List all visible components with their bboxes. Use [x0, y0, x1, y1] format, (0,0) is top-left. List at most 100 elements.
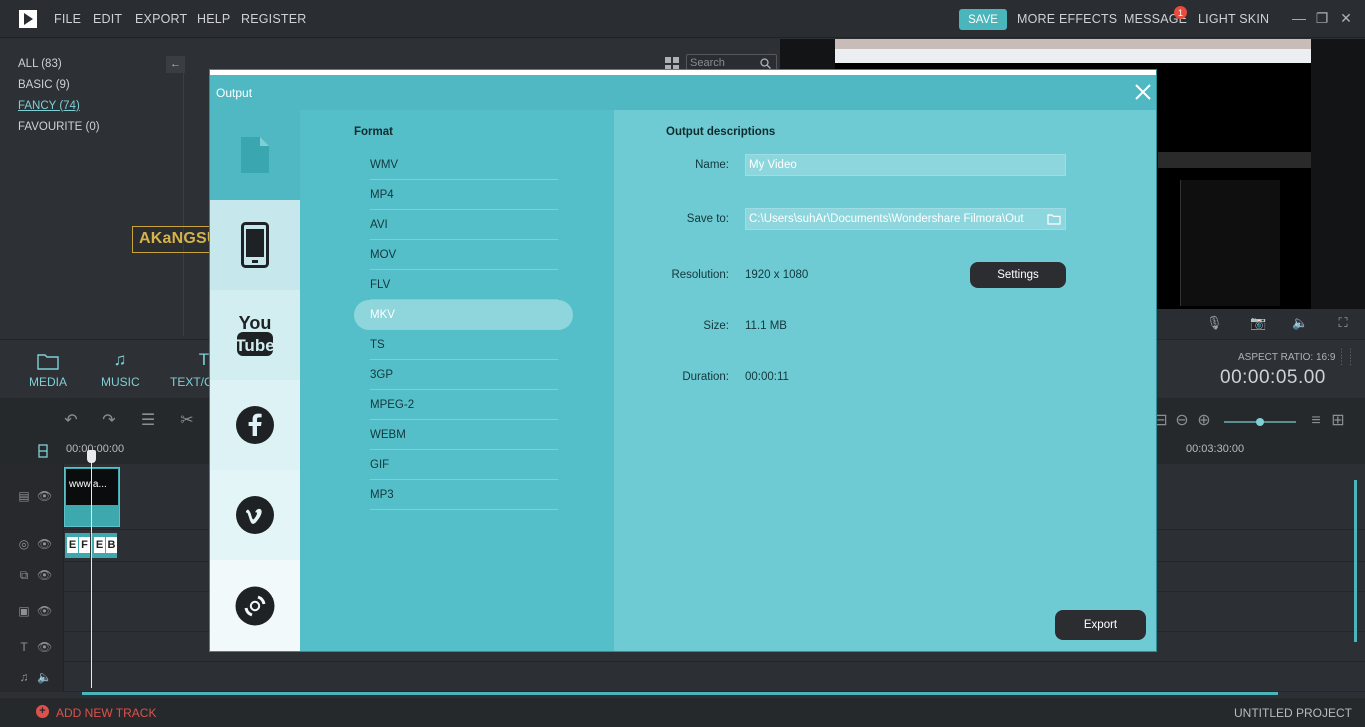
- aspect-ratio-label: ASPECT RATIO: 16:9: [1238, 352, 1336, 363]
- save-to-label: Save to:: [686, 213, 729, 225]
- message-count-badge: 1: [1174, 6, 1187, 19]
- format-option-gif[interactable]: GIF: [370, 450, 558, 480]
- preview-browser-tabs: [835, 39, 1311, 49]
- tab-vimeo[interactable]: [210, 470, 300, 560]
- snap-icon[interactable]: [38, 444, 48, 458]
- save-button[interactable]: SAVE: [959, 9, 1007, 30]
- audio-track-icon: ♫: [19, 670, 29, 684]
- dialog-header: [210, 75, 1156, 110]
- minimize-icon[interactable]: —: [1291, 10, 1307, 26]
- track-headers: [0, 464, 64, 692]
- resolution-label: Resolution:: [671, 269, 729, 281]
- zoom-slider-handle[interactable]: [1256, 418, 1264, 426]
- zoom-in-icon[interactable]: ⊕: [1195, 412, 1213, 430]
- eye-icon[interactable]: 👁: [37, 604, 52, 618]
- text-track-icon: T: [20, 640, 28, 654]
- menu-help[interactable]: HELP: [197, 12, 230, 26]
- svg-text:Tube: Tube: [235, 336, 274, 355]
- size-value: 11.1 MB: [745, 320, 787, 332]
- fullscreen-icon[interactable]: ⛶: [1335, 315, 1351, 331]
- facebook-icon: [236, 406, 274, 444]
- tab-device[interactable]: [210, 200, 300, 290]
- format-option-mp4[interactable]: MP4: [370, 180, 558, 210]
- zoom-out-icon[interactable]: ⊖: [1173, 412, 1191, 430]
- snapshot-icon[interactable]: 📷: [1250, 315, 1266, 331]
- format-option-ts[interactable]: TS: [370, 330, 558, 360]
- tab-music[interactable]: MUSIC: [101, 375, 140, 389]
- preview-timecode: 00:00:05.00: [1220, 367, 1326, 388]
- category-all[interactable]: ALL (83): [18, 58, 62, 70]
- project-name: UNTITLED PROJECT: [1234, 706, 1353, 720]
- menu-export[interactable]: EXPORT: [135, 12, 187, 26]
- overlay-track-icon: ⧉: [19, 568, 29, 582]
- more-effects-link[interactable]: MORE EFFECTS: [1017, 12, 1117, 26]
- close-window-icon[interactable]: ✕: [1338, 10, 1354, 26]
- eye-icon[interactable]: 👁: [37, 568, 52, 582]
- tab-youtube[interactable]: You Tube: [210, 290, 300, 380]
- filmora-logo-icon: [19, 10, 37, 28]
- audio-track: [0, 662, 1365, 692]
- format-option-avi[interactable]: AVI: [370, 210, 558, 240]
- format-option-mov[interactable]: MOV: [370, 240, 558, 270]
- pip-track-icon: ▣: [18, 604, 30, 618]
- grid-view-icon[interactable]: [665, 57, 679, 71]
- format-heading: Format: [354, 126, 393, 138]
- format-option-3gp[interactable]: 3GP: [370, 360, 558, 390]
- playhead-line[interactable]: [91, 452, 92, 688]
- format-option-wmv[interactable]: WMV: [370, 150, 558, 180]
- category-fancy[interactable]: FANCY (74): [18, 100, 80, 112]
- list-icon[interactable]: ≡: [1307, 412, 1325, 430]
- close-icon[interactable]: [1133, 82, 1153, 102]
- playhead-handle[interactable]: [87, 450, 96, 463]
- preview-page-sidebar: [1180, 180, 1280, 306]
- ruler-time-mark: 00:03:30:00: [1186, 443, 1245, 455]
- effect-label: E: [67, 537, 78, 553]
- volume-icon[interactable]: 🔈: [1292, 315, 1308, 331]
- format-option-mp3[interactable]: MP3: [370, 480, 558, 510]
- format-option-webm[interactable]: WEBM: [370, 420, 558, 450]
- eye-icon[interactable]: 👁: [37, 537, 52, 551]
- folder-icon[interactable]: [1047, 213, 1061, 225]
- cut-icon[interactable]: ✂: [178, 412, 196, 430]
- music-note-icon[interactable]: ♫: [109, 350, 131, 370]
- disc-icon: [235, 586, 275, 625]
- search-icon[interactable]: [760, 58, 771, 69]
- microphone-icon[interactable]: 🎙: [1206, 315, 1223, 331]
- eye-icon[interactable]: 👁: [37, 489, 52, 503]
- tab-text[interactable]: TEXT/C: [170, 375, 213, 389]
- menu-register[interactable]: REGISTER: [241, 12, 307, 26]
- light-skin-link[interactable]: LIGHT SKIN: [1198, 12, 1269, 26]
- tab-local[interactable]: [210, 110, 300, 200]
- library-divider: [183, 56, 184, 336]
- output-target-tabs: You Tube: [210, 110, 300, 651]
- eye-icon[interactable]: 👁: [37, 640, 52, 654]
- effects-track-icon: ◎: [18, 537, 30, 551]
- settings-button[interactable]: Settings: [970, 262, 1066, 288]
- add-icon[interactable]: +: [36, 705, 49, 718]
- tab-media[interactable]: MEDIA: [29, 375, 67, 389]
- name-field[interactable]: My Video: [745, 154, 1066, 176]
- drag-handle-icon[interactable]: ⋮⋮ ⋮⋮: [1337, 348, 1355, 386]
- layout-icon[interactable]: ⊞: [1329, 412, 1347, 430]
- maximize-icon[interactable]: ❐: [1314, 10, 1330, 26]
- format-option-flv[interactable]: FLV: [370, 270, 558, 300]
- format-option-mpeg2[interactable]: MPEG-2: [370, 390, 558, 420]
- undo-icon[interactable]: ↶: [62, 412, 80, 430]
- save-path-field[interactable]: C:\Users\suhAr\Documents\Wondershare Fil…: [745, 208, 1066, 230]
- tab-dvd[interactable]: [210, 560, 300, 651]
- speaker-icon[interactable]: 🔈: [37, 670, 52, 684]
- media-folder-icon[interactable]: [37, 352, 59, 370]
- category-favourite[interactable]: FAVOURITE (0): [18, 121, 100, 133]
- export-button[interactable]: Export: [1055, 610, 1146, 640]
- add-new-track-button[interactable]: ADD NEW TRACK: [56, 706, 156, 720]
- menu-edit[interactable]: EDIT: [93, 12, 122, 26]
- menu-file[interactable]: FILE: [54, 12, 81, 26]
- tab-facebook[interactable]: [210, 380, 300, 470]
- vertical-scrollbar[interactable]: [1354, 480, 1357, 642]
- horizontal-scrollbar[interactable]: [82, 692, 1278, 695]
- format-option-mkv[interactable]: MKV: [370, 300, 558, 330]
- category-basic[interactable]: BASIC (9): [18, 79, 70, 91]
- resolution-value: 1920 x 1080: [745, 269, 809, 281]
- redo-icon[interactable]: ↷: [100, 412, 118, 430]
- adjust-icon[interactable]: ☰: [139, 412, 157, 430]
